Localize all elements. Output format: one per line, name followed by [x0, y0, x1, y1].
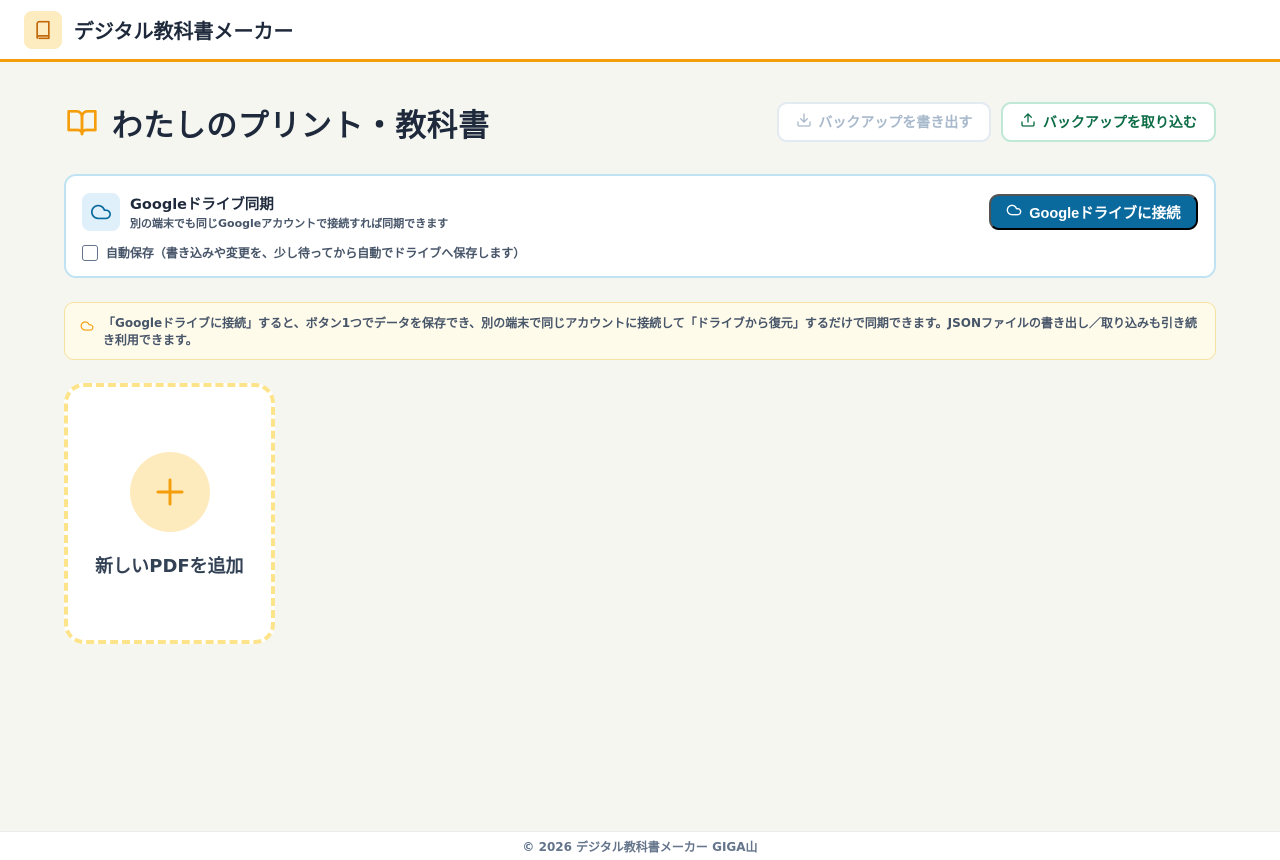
top-bar: デジタル教科書メーカー — [0, 0, 1280, 62]
connect-google-drive-button[interactable]: Googleドライブに接続 — [989, 194, 1198, 230]
upload-icon — [1020, 112, 1036, 132]
footer: © 2026 デジタル教科書メーカー GIGA山 — [0, 831, 1280, 860]
download-icon — [796, 112, 812, 132]
cloud-icon — [82, 193, 120, 231]
import-backup-label: バックアップを取り込む — [1043, 115, 1197, 131]
app-title: デジタル教科書メーカー — [74, 19, 294, 43]
autosave-checkbox[interactable] — [82, 244, 98, 261]
autosave-label: 自動保存（書き込みや変更を、少し待ってから自動でドライブへ保存します） — [106, 246, 526, 260]
cloud-icon — [79, 315, 95, 359]
book-icon — [24, 10, 62, 49]
sync-title: Googleドライブ同期 — [130, 197, 275, 213]
import-backup-button[interactable]: バックアップを取り込む — [1001, 102, 1216, 142]
add-pdf-label: 新しいPDFを追加 — [95, 556, 244, 577]
open-book-icon — [64, 104, 100, 140]
add-pdf-card[interactable]: 新しいPDFを追加 — [64, 383, 275, 644]
page-header: わたしのプリント・教科書 バックアップを書き出す バックアップを取り込む — [64, 100, 1216, 144]
export-backup-button[interactable]: バックアップを書き出す — [777, 102, 991, 142]
page-title: わたしのプリント・教科書 — [112, 107, 490, 144]
cloud-icon — [1006, 202, 1022, 222]
sync-notice: 「Googleドライブに接続」すると、ボタン1つでデータを保存でき、別の端末で同… — [64, 302, 1216, 360]
backup-actions: バックアップを書き出す バックアップを取り込む — [777, 102, 1216, 142]
sync-description: 別の端末でも同じGoogleアカウントで接続すれば同期できます — [130, 217, 449, 230]
footer-text: © 2026 デジタル教科書メーカー GIGA山 — [522, 839, 758, 854]
plus-icon — [130, 452, 210, 532]
connect-label: Googleドライブに接続 — [1029, 205, 1181, 222]
autosave-option[interactable]: 自動保存（書き込みや変更を、少し待ってから自動でドライブへ保存します） — [82, 244, 525, 261]
notice-text: 「Googleドライブに接続」すると、ボタン1つでデータを保存でき、別の端末で同… — [103, 316, 1198, 347]
google-drive-sync-card: Googleドライブ同期 別の端末でも同じGoogleアカウントで接続すれば同期… — [64, 174, 1216, 278]
export-backup-label: バックアップを書き出す — [818, 115, 973, 131]
